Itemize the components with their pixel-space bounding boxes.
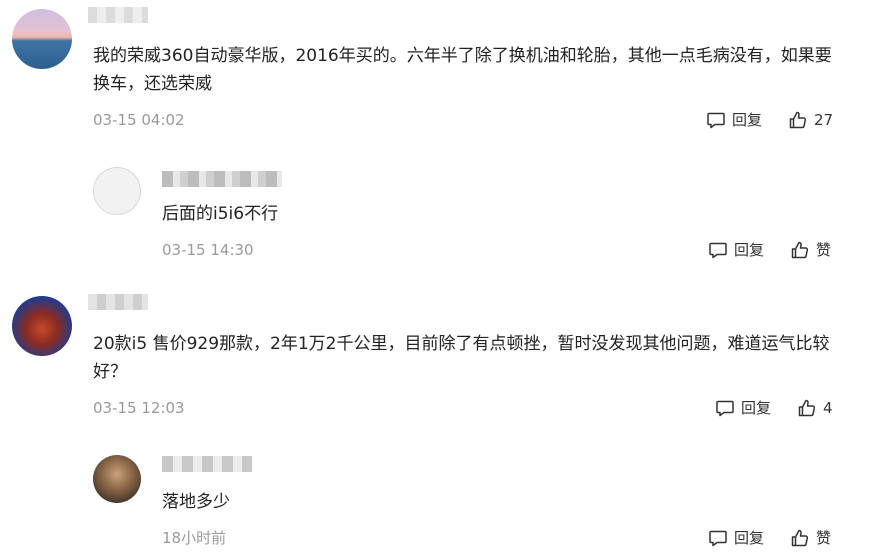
thumbs-up-icon (798, 399, 816, 417)
user-avatar[interactable] (12, 9, 72, 69)
thumbs-up-icon (789, 111, 807, 129)
like-button[interactable]: 赞 (790, 240, 831, 260)
comment-icon (716, 400, 734, 417)
reply-time: 03-15 14:30 (162, 241, 254, 259)
comment-time: 03-15 04:02 (93, 111, 185, 129)
reply-button[interactable]: 回复 (715, 398, 771, 418)
reply-time: 18小时前 (162, 529, 227, 547)
like-button[interactable]: 4 (797, 398, 833, 418)
comment-icon (709, 242, 727, 259)
like-count: 27 (814, 111, 834, 129)
reply-button[interactable]: 回复 (706, 110, 762, 130)
username-blurred[interactable] (88, 294, 148, 310)
reply-button[interactable]: 回复 (708, 240, 764, 260)
thumbs-up-icon (791, 241, 809, 259)
reply-label: 回复 (732, 111, 763, 129)
like-button[interactable]: 赞 (790, 528, 831, 548)
reply-label: 回复 (734, 529, 765, 547)
comment-icon (707, 112, 725, 129)
reply-text: 落地多少 (162, 492, 230, 512)
comment-text: 我的荣威360自动豪华版，2016年买的。六年半了除了换机油和轮胎，其他一点毛病… (93, 46, 832, 94)
reply-text: 后面的i5i6不行 (162, 204, 279, 224)
comment-time: 03-15 12:03 (93, 399, 185, 417)
like-count: 4 (823, 399, 833, 417)
username-blurred[interactable] (88, 7, 148, 23)
user-avatar[interactable] (93, 455, 141, 503)
user-avatar[interactable] (93, 167, 141, 215)
thumbs-up-icon (791, 529, 809, 547)
reply-label: 回复 (734, 241, 765, 259)
reply-label: 回复 (741, 399, 772, 417)
username-blurred[interactable] (162, 456, 252, 472)
user-avatar[interactable] (12, 296, 72, 356)
like-label: 赞 (816, 529, 832, 547)
like-label: 赞 (816, 241, 832, 259)
username-blurred[interactable] (162, 171, 282, 187)
comment-text: 20款i5 售价929那款，2年1万2千公里，目前除了有点顿挫，暂时没发现其他问… (93, 334, 830, 382)
like-button[interactable]: 27 (788, 110, 833, 130)
comment-icon (709, 530, 727, 547)
reply-button[interactable]: 回复 (708, 528, 764, 548)
